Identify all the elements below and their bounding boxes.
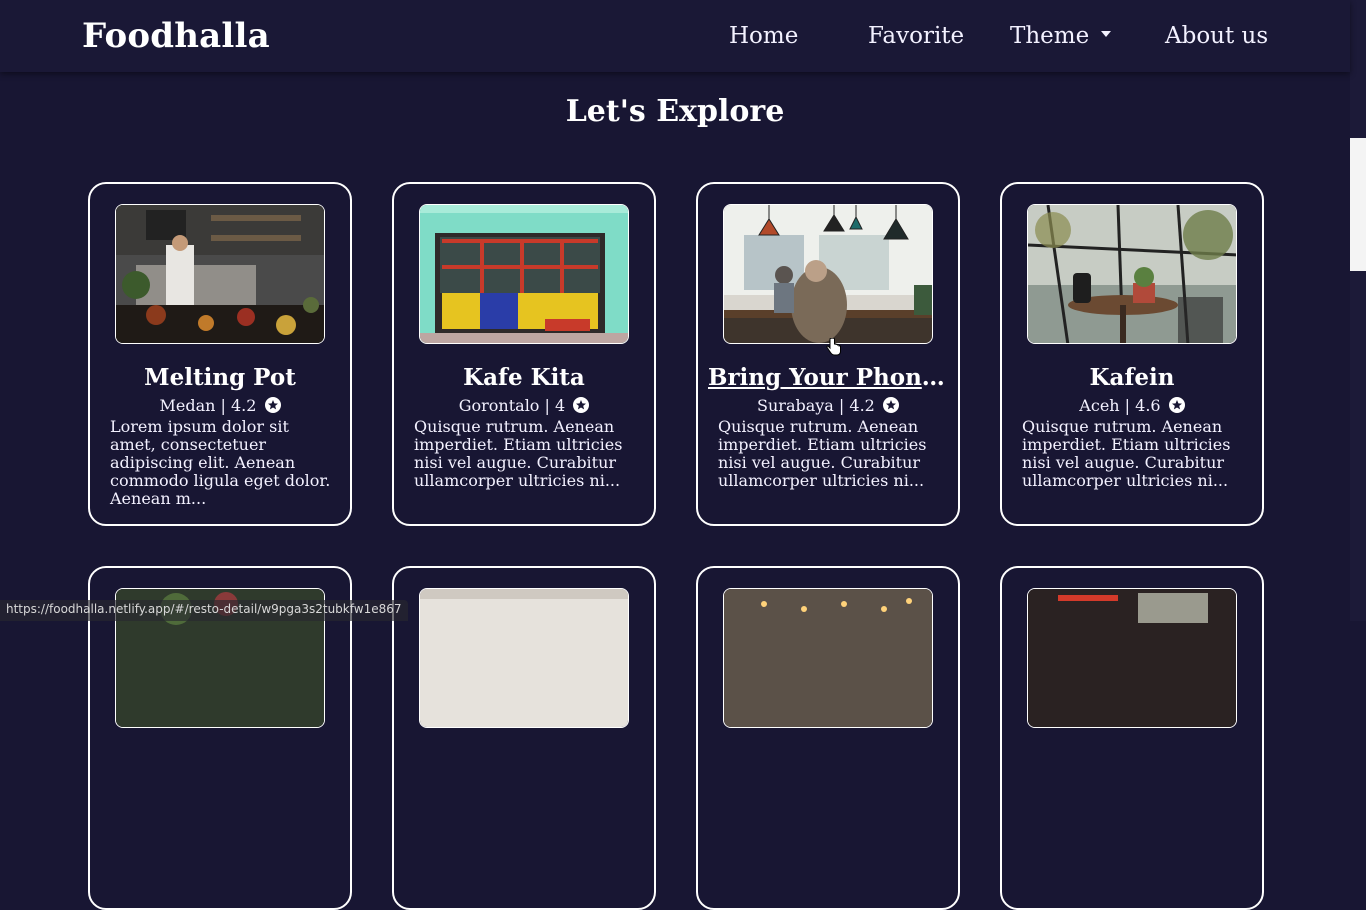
- star-icon: [265, 397, 281, 413]
- nav-link-about-us[interactable]: About us: [1165, 23, 1268, 49]
- caret-down-icon: [1101, 31, 1111, 37]
- restaurant-city: Surabaya: [757, 396, 834, 415]
- restaurant-card[interactable]: Kafein Aceh | 4.6 Quisque rutrum. Aenean…: [1000, 182, 1264, 526]
- restaurant-rating: 4: [555, 396, 565, 415]
- restaurant-card[interactable]: Kafe Kita Gorontalo | 4 Quisque rutrum. …: [392, 182, 656, 526]
- star-icon: [573, 397, 589, 413]
- nav-link-favorite[interactable]: Favorite: [868, 23, 964, 49]
- page-title: Let's Explore: [0, 94, 1350, 129]
- vertical-scrollbar[interactable]: [1350, 0, 1366, 621]
- star-icon: [1169, 397, 1185, 413]
- navbar: Foodhalla Home Favorite Theme About us: [0, 0, 1350, 72]
- restaurant-image[interactable]: [1027, 204, 1237, 344]
- restaurant-description: Quisque rutrum. Aenean imperdiet. Etiam …: [1022, 418, 1248, 490]
- restaurant-rating: 4.2: [231, 396, 256, 415]
- restaurant-rating: 4.2: [849, 396, 874, 415]
- restaurant-description: Quisque rutrum. Aenean imperdiet. Etiam …: [414, 418, 640, 490]
- restaurant-city: Aceh: [1079, 396, 1119, 415]
- restaurant-name[interactable]: Kafe Kita: [404, 364, 644, 391]
- restaurant-meta: Medan | 4.2: [90, 396, 350, 415]
- restaurant-card[interactable]: [696, 566, 960, 910]
- restaurant-meta: Aceh | 4.6: [1002, 396, 1262, 415]
- restaurant-name[interactable]: Bring Your Phone Cafe: [708, 364, 948, 391]
- restaurant-name[interactable]: Melting Pot: [100, 364, 340, 391]
- restaurant-card[interactable]: [1000, 566, 1264, 910]
- nav-link-home[interactable]: Home: [729, 23, 798, 49]
- restaurant-image[interactable]: [723, 588, 933, 728]
- restaurant-image[interactable]: [723, 204, 933, 344]
- restaurant-card[interactable]: [392, 566, 656, 910]
- star-icon: [883, 397, 899, 413]
- restaurant-city: Medan: [159, 396, 215, 415]
- brand-logo[interactable]: Foodhalla: [82, 16, 270, 56]
- restaurant-meta: Surabaya | 4.2: [698, 396, 958, 415]
- restaurant-image[interactable]: [419, 588, 629, 728]
- restaurant-card[interactable]: Melting Pot Medan | 4.2 Lorem ipsum dolo…: [88, 182, 352, 526]
- restaurant-image[interactable]: [115, 204, 325, 344]
- nav-dropdown-theme[interactable]: Theme: [1010, 23, 1111, 49]
- restaurant-description: Quisque rutrum. Aenean imperdiet. Etiam …: [718, 418, 944, 490]
- restaurant-meta: Gorontalo | 4: [394, 396, 654, 415]
- restaurant-description: Lorem ipsum dolor sit amet, consectetuer…: [110, 418, 336, 508]
- restaurant-image[interactable]: [419, 204, 629, 344]
- hand-pointer-icon: [826, 338, 842, 356]
- scrollbar-thumb[interactable]: [1350, 138, 1366, 271]
- restaurant-name[interactable]: Kafein: [1012, 364, 1252, 391]
- theme-label: Theme: [1010, 23, 1089, 49]
- restaurant-rating: 4.6: [1135, 396, 1160, 415]
- restaurant-image[interactable]: [1027, 588, 1237, 728]
- restaurant-city: Gorontalo: [459, 396, 540, 415]
- status-bar-url: https://foodhalla.netlify.app/#/resto-de…: [0, 600, 408, 621]
